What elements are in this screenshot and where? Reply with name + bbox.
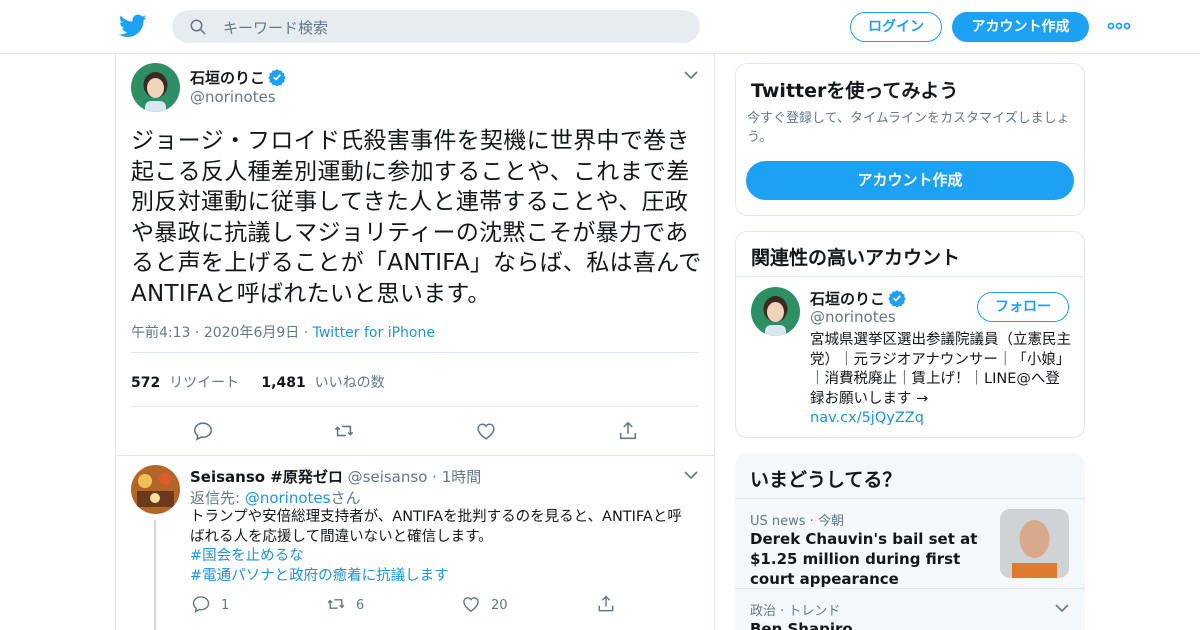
bio-text: 宮城県選挙区選出参議院議員（立憲民主党）｜元ラジオアナウンサー｜「小娘」｜消費税… — [810, 332, 1071, 407]
hashtag-link[interactable]: #国会を止めるな — [190, 547, 695, 567]
search-input[interactable]: キーワード検索 — [223, 17, 328, 38]
avatar[interactable] — [131, 63, 180, 112]
trend-meta: 政治 · トレンド — [750, 604, 841, 619]
author-handle[interactable]: @norinotes — [190, 88, 276, 106]
card-title: Twitterを使ってみよう — [751, 80, 959, 102]
reply-action[interactable]: 1 — [191, 594, 229, 614]
divider — [116, 455, 714, 456]
tweet-meta: 午前4:13 · 2020年6月9日 · Twitter for iPhone — [131, 325, 435, 341]
reply-text: トランプや安倍総理支持者が、ANTIFAを批判するのを見ると、ANTIFAと呼ば… — [190, 508, 695, 586]
main-column: 石垣のりこ @norinotes ジョージ・フロイド氏殺害事件を契機に世界中で巻… — [115, 54, 715, 630]
create-account-button[interactable]: アカウント作成 — [746, 161, 1074, 200]
retweet-action[interactable]: 6 — [326, 594, 364, 614]
news-thumbnail[interactable] — [1000, 509, 1069, 578]
account-bio: 宮城県選挙区選出参議院議員（立憲民主党）｜元ラジオアナウンサー｜「小娘」｜消費税… — [810, 331, 1074, 429]
card-title: 関連性の高いアカウント — [751, 247, 961, 269]
chevron-down-icon[interactable] — [684, 70, 698, 80]
divider — [735, 498, 1085, 499]
reply-author[interactable]: Seisanso #原発ゼロ @seisanso · 1時間 — [190, 466, 481, 487]
related-accounts-card: 関連性の高いアカウント 石垣のりこ @norinotes フォロー 宮城県選挙区… — [735, 231, 1085, 438]
card-title: いまどうしてる？ — [750, 469, 902, 491]
reply-icon — [192, 596, 210, 613]
avatar[interactable] — [751, 287, 800, 336]
share-icon[interactable] — [617, 420, 639, 442]
twitter-bird-logo[interactable] — [119, 12, 147, 40]
chevron-down-icon[interactable] — [684, 470, 698, 480]
author-name-text[interactable]: 石垣のりこ — [190, 69, 265, 87]
verified-badge-icon — [888, 290, 906, 307]
divider — [131, 352, 699, 353]
tweet-source[interactable]: Twitter for iPhone — [313, 325, 435, 341]
card-header: 関連性の高いアカウント — [736, 232, 1084, 277]
author-name[interactable]: 石垣のりこ — [190, 67, 286, 88]
login-button[interactable]: ログイン — [850, 12, 942, 42]
search-icon — [190, 19, 206, 35]
share-icon — [598, 595, 614, 612]
top-bar: キーワード検索 ログイン アカウント作成 — [0, 0, 1200, 54]
divider — [735, 588, 1085, 589]
retweet-stat[interactable]: 572 リツイート — [131, 375, 239, 391]
heart-icon — [463, 597, 479, 612]
reply-avatar[interactable] — [131, 465, 180, 514]
trend-meta: US news · 今朝 — [750, 514, 844, 529]
reply-icon[interactable] — [192, 420, 214, 442]
like-stat[interactable]: 1,481 いいねの数 — [261, 375, 384, 391]
retweet-icon[interactable] — [333, 420, 355, 442]
retweet-icon — [327, 599, 345, 609]
trend-item[interactable]: Ben Shapiro — [750, 619, 853, 630]
signup-card: Twitterを使ってみよう 今すぐ登録して、タイムラインをカスタマイズしましょ… — [735, 63, 1085, 216]
card-subtitle: 今すぐ登録して、タイムラインをカスタマイズしましょう。 — [747, 111, 1070, 145]
divider — [131, 406, 699, 407]
thread-line — [154, 520, 156, 630]
account-handle[interactable]: @norinotes — [810, 308, 896, 326]
more-icon[interactable] — [1107, 20, 1131, 32]
reply-time: 1時間 — [441, 468, 482, 486]
reply-author-name: Seisanso #原発ゼロ — [190, 468, 343, 486]
trend-item[interactable]: Derek Chauvin's bail set at $1.25 millio… — [750, 529, 995, 589]
replying-to: 返信先: @norinotesさん — [190, 489, 361, 507]
account-name[interactable]: 石垣のりこ — [810, 288, 906, 309]
follow-button[interactable]: フォロー — [977, 292, 1069, 322]
search-bar[interactable]: キーワード検索 — [172, 10, 700, 43]
tweet-time[interactable]: 午前4:13 — [131, 325, 190, 341]
account-name-text: 石垣のりこ — [810, 290, 886, 308]
reply-author-handle: @seisanso — [347, 468, 428, 486]
bio-link[interactable]: nav.cx/5jQyZZq — [810, 409, 1074, 429]
share-action[interactable] — [596, 594, 616, 614]
like-action[interactable]: 20 — [461, 594, 508, 614]
hashtag-link[interactable]: #電通パソナと政府の癒着に抗議します — [190, 567, 695, 587]
chevron-down-icon[interactable] — [1055, 603, 1069, 613]
verified-badge-icon — [268, 69, 286, 86]
replying-to-link[interactable]: @norinotes — [245, 489, 331, 507]
heart-icon[interactable] — [475, 420, 497, 442]
reply-body: トランプや安倍総理支持者が、ANTIFAを批判するのを見ると、ANTIFAと呼ば… — [190, 509, 682, 545]
tweet-text: ジョージ・フロイド氏殺害事件を契機に世界中で巻き起こる反人種差別運動に参加するこ… — [131, 128, 702, 307]
tweet-date[interactable]: 2020年6月9日 — [204, 325, 299, 341]
signup-button[interactable]: アカウント作成 — [952, 12, 1089, 42]
tweet-stats: 572 リツイート 1,481 いいねの数 — [131, 372, 385, 392]
trends-card: いまどうしてる？ US news · 今朝 Derek Chauvin's ba… — [735, 453, 1085, 630]
